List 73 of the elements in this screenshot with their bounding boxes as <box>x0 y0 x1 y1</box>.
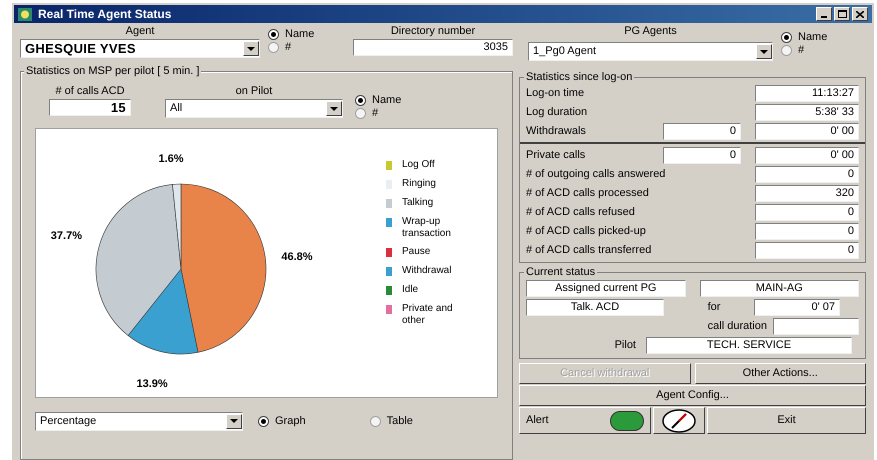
minimize-button[interactable] <box>816 7 832 21</box>
group-title: Statistics since log-on <box>524 70 634 85</box>
text-field[interactable]: MAIN-AG <box>700 280 859 297</box>
close-icon <box>856 10 864 18</box>
text-field[interactable]: 320 <box>755 185 859 202</box>
legend-label: Ringing <box>402 178 437 190</box>
label: Withdrawals <box>526 124 586 139</box>
legend-label: Log Off <box>402 159 436 171</box>
label: Directory number <box>390 24 476 39</box>
label: for <box>706 300 722 315</box>
radio-button[interactable]: # <box>355 107 402 120</box>
text-field[interactable]: 0 <box>663 123 741 140</box>
legend-label: Idle <box>402 284 420 296</box>
label: # of ACD calls refused <box>526 205 635 220</box>
legend-label: Wrap-up transaction <box>402 216 452 240</box>
text-field[interactable]: Talk. ACD <box>526 299 664 316</box>
text-field[interactable]: 0 <box>755 204 859 221</box>
radio-button[interactable]: Graph <box>258 414 306 428</box>
text-field[interactable]: 0 <box>755 166 859 183</box>
label: # of calls ACD <box>55 84 125 99</box>
text-field[interactable]: 5:38' 33 <box>755 104 859 121</box>
label: # of ACD calls transferred <box>526 243 652 258</box>
legend-label: Withdrawal <box>402 265 452 277</box>
text-field[interactable]: 0' 00 <box>755 147 859 164</box>
label: # of outgoing calls answered <box>526 167 666 182</box>
radio-button[interactable]: Table <box>370 414 413 428</box>
label: PG Agents <box>624 24 677 39</box>
text-field[interactable]: TECH. SERVICE <box>646 337 852 354</box>
label: Log duration <box>526 105 588 120</box>
text-field[interactable]: 0 <box>663 147 741 164</box>
text-field[interactable]: 0 <box>755 242 859 259</box>
data-label: 37.7% <box>50 230 82 242</box>
compass-icon[interactable] <box>661 408 697 432</box>
radio-button[interactable]: Name <box>781 31 828 44</box>
text-field[interactable]: Assigned current PG <box>526 280 686 297</box>
text-field[interactable]: 11:13:27 <box>755 85 859 102</box>
label: Private calls <box>526 148 586 163</box>
radio-button[interactable]: # <box>781 44 828 57</box>
label: Agent <box>126 24 154 39</box>
dropdown[interactable]: Percentage <box>35 412 243 430</box>
exit-button[interactable]: Exit <box>707 407 866 434</box>
dropdown[interactable]: All <box>165 99 343 118</box>
alert-panel: Alert <box>519 407 651 434</box>
app-icon <box>18 8 32 20</box>
group-title: Statistics on MSP per pilot [ 5 min. ] <box>24 64 202 79</box>
radio-button[interactable]: Name <box>268 28 353 41</box>
label: Pilot <box>614 338 637 353</box>
text-field[interactable] <box>773 318 859 335</box>
label: # of ACD calls picked-up <box>526 224 646 239</box>
maximize-button[interactable] <box>834 7 850 21</box>
data-label: 46.8% <box>281 251 313 264</box>
label: Real Time Agent Status <box>38 6 172 22</box>
dropdown[interactable]: GHESQUIE YVES <box>20 39 260 58</box>
legend-label: Talking <box>402 197 434 209</box>
legend-label: Pause <box>402 246 432 258</box>
label: # of ACD calls processed <box>526 186 649 201</box>
agent-config-button[interactable]: Agent Config... <box>519 385 866 406</box>
dropdown[interactable]: 1_Pg0 Agent <box>528 42 773 61</box>
data-label: 13.9% <box>136 378 168 390</box>
text-field[interactable]: 15 <box>49 99 131 116</box>
text-field[interactable]: 3035 <box>353 39 513 56</box>
label: on Pilot <box>236 84 272 99</box>
radio-button[interactable]: # <box>268 41 353 54</box>
label: call duration <box>708 319 767 334</box>
action-button[interactable]: Other Actions... <box>694 363 866 384</box>
legend-label: Private and other <box>402 303 454 327</box>
data-label: 1.6% <box>158 153 184 166</box>
text-field[interactable]: 0' 07 <box>754 299 840 316</box>
close-button[interactable] <box>852 7 868 21</box>
text-field[interactable]: 0 <box>755 223 859 240</box>
text-field[interactable]: 0' 00 <box>755 123 859 140</box>
radio-button[interactable]: Name <box>355 94 402 107</box>
label: Log-on time <box>526 86 584 101</box>
